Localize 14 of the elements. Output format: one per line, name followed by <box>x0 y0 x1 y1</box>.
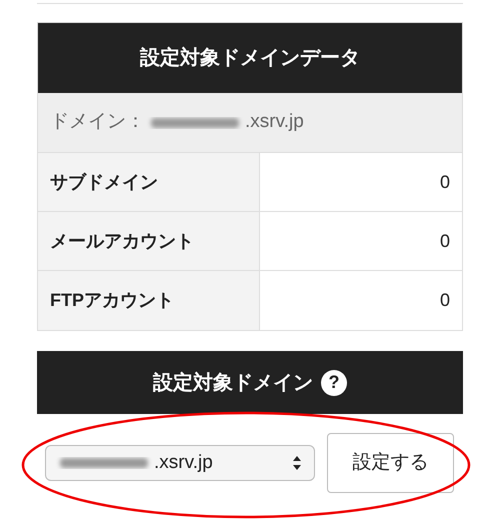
table-cell: サブドメイン <box>38 153 260 211</box>
updown-icon <box>292 455 302 471</box>
domain-label: ドメイン： <box>50 110 145 134</box>
panel-title: 設定対象ドメインデータ <box>38 23 462 93</box>
table-cell-text: 0 <box>438 230 451 252</box>
domain-select[interactable]: .xsrv.jp <box>45 445 315 481</box>
table-cell: FTPアカウント <box>38 271 260 330</box>
submit-button[interactable]: 設定する <box>327 433 454 493</box>
table-cell: メールアカウント <box>38 212 260 270</box>
help-icon[interactable]: ? <box>321 370 347 396</box>
table-cell-text: 0 <box>438 170 451 194</box>
table-cell-text: 0 <box>438 289 451 312</box>
domain-suffix: .xsrv.jp <box>245 110 304 134</box>
panel-title: 設定対象ドメイン <box>153 370 313 396</box>
